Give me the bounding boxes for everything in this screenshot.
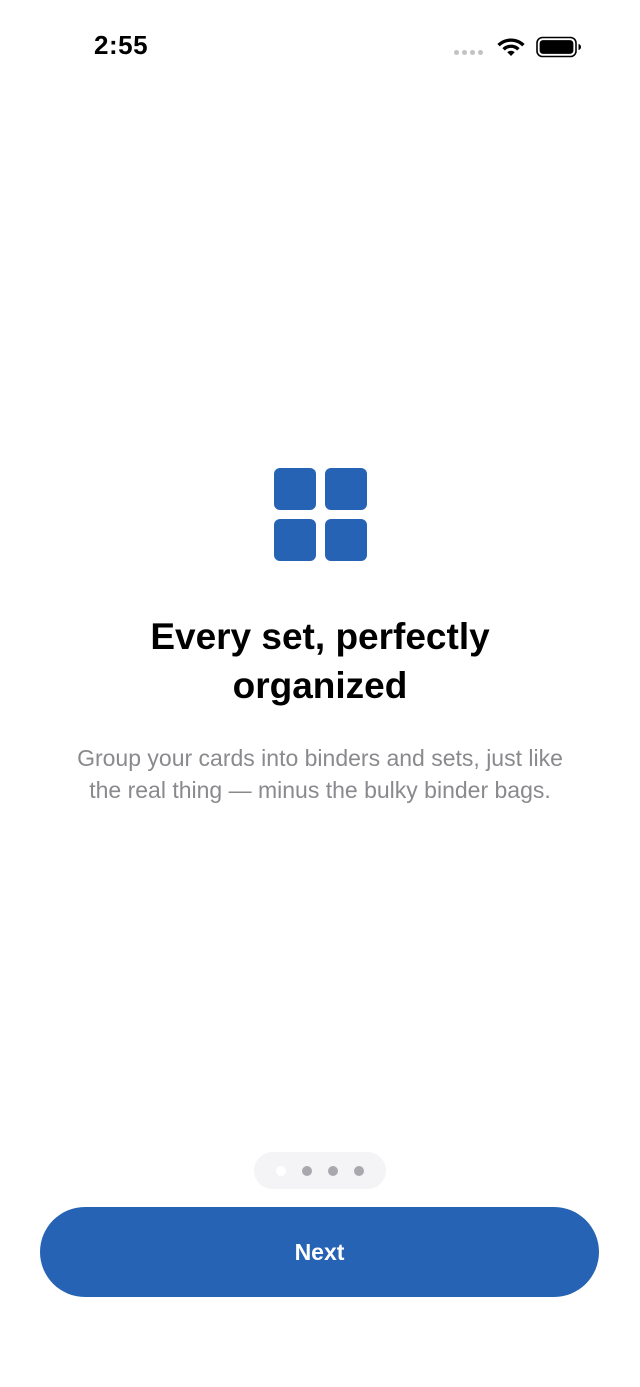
- onboarding-description: Group your cards into binders and sets, …: [77, 745, 563, 803]
- wifi-icon: [497, 38, 525, 56]
- status-bar: 2:55: [0, 0, 640, 92]
- page-dot-2[interactable]: [302, 1165, 312, 1176]
- page-dot-3[interactable]: [328, 1165, 338, 1176]
- status-time: 2:55: [94, 30, 149, 60]
- signal-dots-icon: [454, 50, 483, 55]
- page-dot-1[interactable]: [276, 1165, 286, 1176]
- battery-icon: [536, 36, 581, 58]
- onboarding-headline: Every set, perfectly organized: [150, 616, 490, 706]
- grid-icon: [274, 468, 367, 561]
- page-dot-4[interactable]: [354, 1165, 364, 1176]
- next-button[interactable]: Next: [40, 1207, 599, 1297]
- page-indicator[interactable]: [254, 1152, 386, 1189]
